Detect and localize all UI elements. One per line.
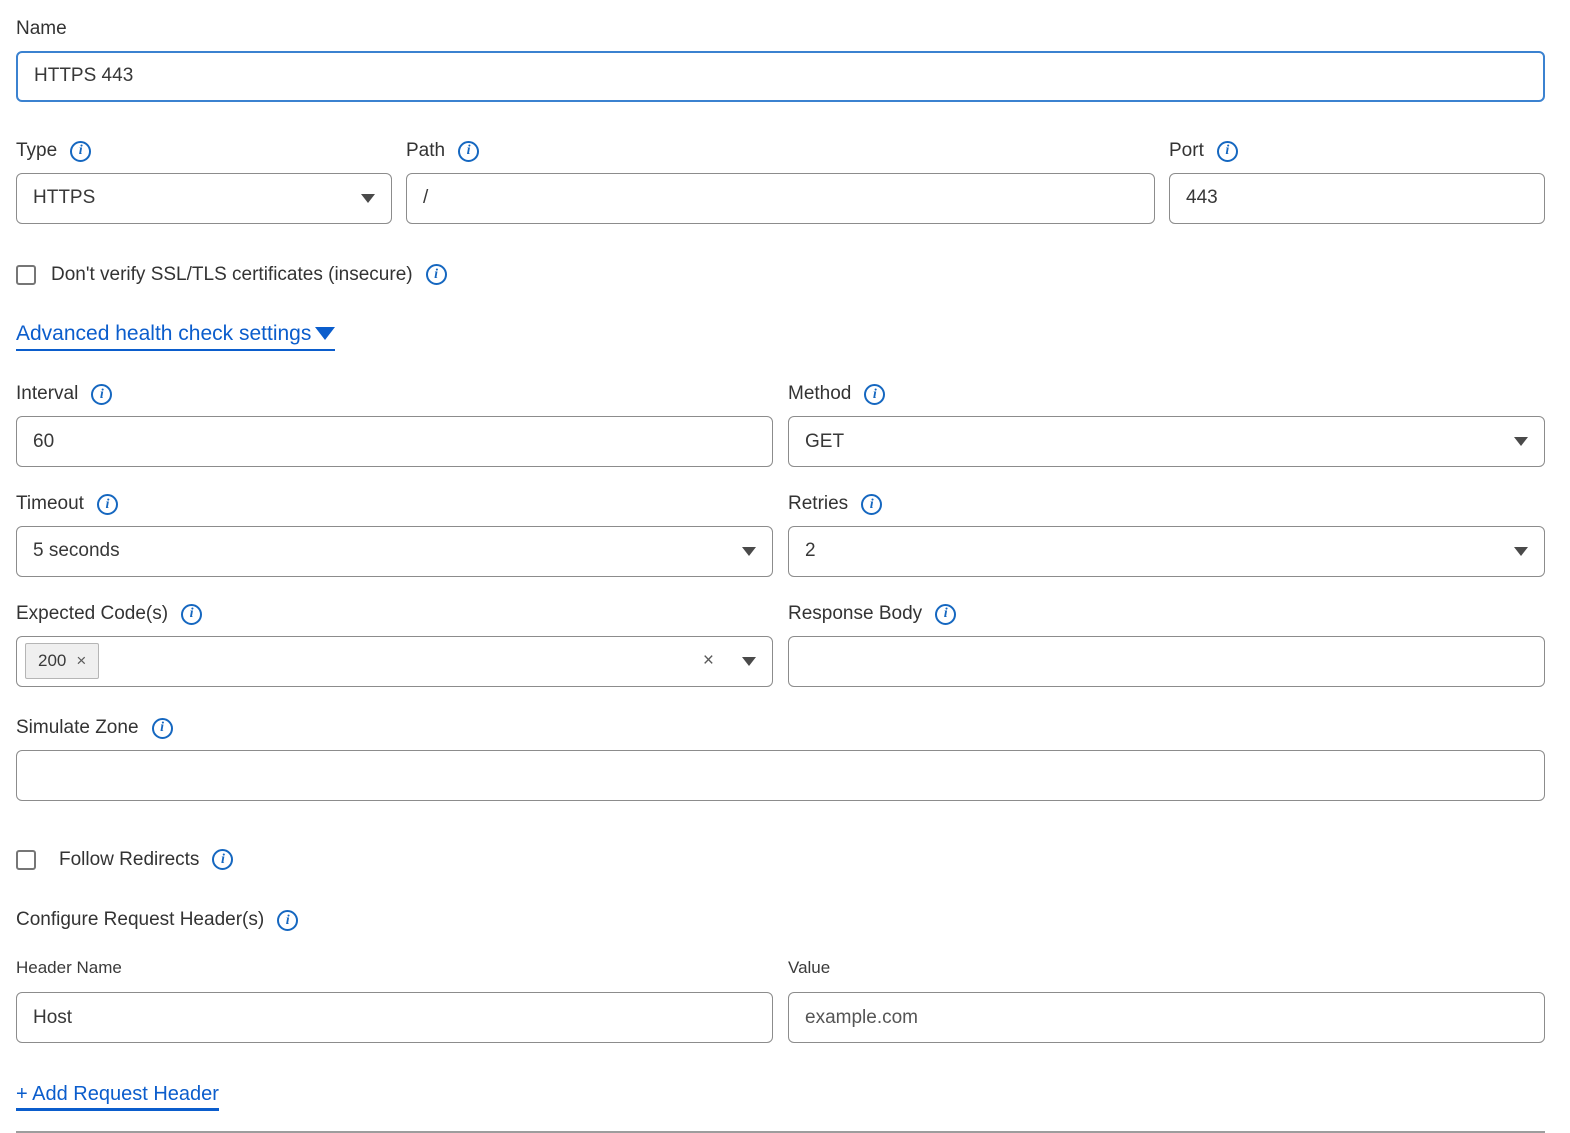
chevron-down-icon[interactable] — [742, 657, 756, 666]
info-icon[interactable]: i — [1217, 141, 1238, 162]
clear-all-icon[interactable]: × — [703, 650, 714, 672]
interval-label: Interval i — [16, 383, 112, 406]
info-icon[interactable]: i — [861, 494, 882, 515]
header-name-input-value: Host — [33, 1007, 72, 1029]
header-name-field-group: Header Name Host — [16, 958, 773, 1043]
info-icon[interactable]: i — [935, 604, 956, 625]
retries-select[interactable]: 2 — [788, 526, 1545, 577]
header-name-column-label: Header Name — [16, 958, 773, 978]
ssl-verify-checkbox[interactable] — [16, 265, 36, 285]
type-select-value: HTTPS — [33, 187, 95, 209]
retries-label: Retries i — [788, 493, 882, 516]
info-icon[interactable]: i — [426, 264, 447, 285]
follow-redirects-checkbox[interactable] — [16, 850, 36, 870]
chevron-down-icon — [361, 194, 375, 203]
method-field-group: Method i GET — [788, 383, 1545, 467]
info-icon[interactable]: i — [458, 141, 479, 162]
request-header-row: Header Name Host Value example.com — [16, 958, 1545, 1043]
name-label: Name — [16, 18, 67, 41]
header-value-column-label: Value — [788, 958, 1545, 978]
response-body-label: Response Body i — [788, 603, 956, 626]
health-check-form: Name HTTPS 443 Type i HTTPS Path i — [16, 18, 1545, 1133]
expected-code-tag-value: 200 — [38, 651, 66, 671]
interval-input[interactable]: 60 — [16, 416, 773, 467]
expected-codes-multiselect[interactable]: 200 × × — [16, 636, 773, 687]
ssl-verify-label: Don't verify SSL/TLS certificates (insec… — [51, 264, 447, 287]
response-body-field-group: Response Body i — [788, 603, 1545, 687]
header-value-input[interactable]: example.com — [788, 992, 1545, 1043]
info-icon[interactable]: i — [91, 384, 112, 405]
retries-field-group: Retries i 2 — [788, 493, 1545, 577]
info-icon[interactable]: i — [181, 604, 202, 625]
follow-redirects-label: Follow Redirects i — [59, 849, 233, 872]
interval-input-value: 60 — [33, 431, 54, 453]
interval-field-group: Interval i 60 — [16, 383, 773, 467]
info-icon[interactable]: i — [97, 494, 118, 515]
info-icon[interactable]: i — [152, 718, 173, 739]
path-field-group: Path i / — [406, 140, 1155, 224]
header-name-input[interactable]: Host — [16, 992, 773, 1043]
info-icon[interactable]: i — [212, 849, 233, 870]
path-input[interactable]: / — [406, 173, 1155, 224]
expected-code-tag: 200 × — [25, 643, 99, 679]
type-field-group: Type i HTTPS — [16, 140, 392, 224]
simulate-zone-input[interactable] — [16, 750, 1545, 801]
path-label: Path i — [406, 140, 479, 163]
port-label: Port i — [1169, 140, 1238, 163]
chevron-down-icon — [315, 327, 335, 340]
chevron-down-icon — [742, 547, 756, 556]
info-icon[interactable]: i — [70, 141, 91, 162]
expected-codes-field-group: Expected Code(s) i 200 × × — [16, 603, 773, 687]
method-label: Method i — [788, 383, 885, 406]
path-input-value: / — [423, 187, 428, 209]
advanced-settings-link[interactable]: Advanced health check settings — [16, 322, 335, 351]
request-headers-section-label: Configure Request Header(s) i — [16, 909, 298, 932]
port-field-group: Port i 443 — [1169, 140, 1545, 224]
port-input[interactable]: 443 — [1169, 173, 1545, 224]
retries-select-value: 2 — [805, 540, 816, 562]
port-input-value: 443 — [1186, 187, 1218, 209]
simulate-zone-label: Simulate Zone i — [16, 717, 173, 740]
chevron-down-icon — [1514, 547, 1528, 556]
chevron-down-icon — [1514, 437, 1528, 446]
expected-codes-label: Expected Code(s) i — [16, 603, 202, 626]
response-body-input[interactable] — [788, 636, 1545, 687]
timeout-field-group: Timeout i 5 seconds — [16, 493, 773, 577]
name-input[interactable]: HTTPS 443 — [16, 51, 1545, 102]
info-icon[interactable]: i — [864, 384, 885, 405]
remove-tag-icon[interactable]: × — [76, 651, 86, 671]
name-input-value: HTTPS 443 — [34, 65, 133, 87]
method-select-value: GET — [805, 431, 844, 453]
header-value-field-group: Value example.com — [788, 958, 1545, 1043]
type-label: Type i — [16, 140, 91, 163]
method-select[interactable]: GET — [788, 416, 1545, 467]
type-select[interactable]: HTTPS — [16, 173, 392, 224]
timeout-label: Timeout i — [16, 493, 118, 516]
timeout-select[interactable]: 5 seconds — [16, 526, 773, 577]
info-icon[interactable]: i — [277, 910, 298, 931]
timeout-select-value: 5 seconds — [33, 540, 120, 562]
header-value-input-value: example.com — [805, 1007, 918, 1029]
